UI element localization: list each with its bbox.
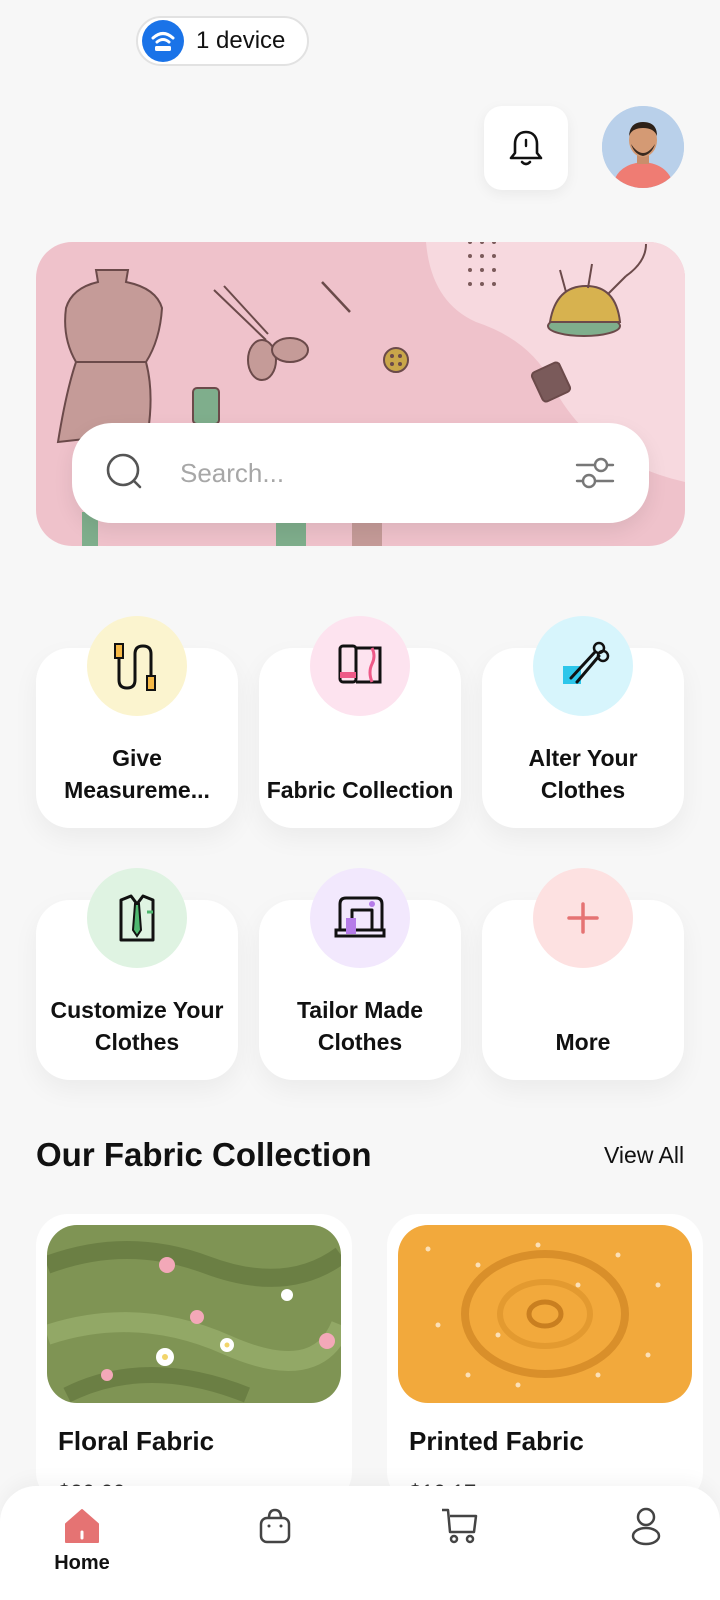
- product-name: Printed Fabric: [409, 1426, 584, 1456]
- nav-bag[interactable]: [215, 1506, 335, 1586]
- service-card-label: Customize Your Clothes: [50, 997, 224, 1055]
- service-card-label: Alter Your Clothes: [528, 745, 638, 803]
- search-icon: [106, 453, 142, 489]
- shirt-icon: [87, 868, 187, 968]
- bottom-navigation: Home: [0, 1486, 720, 1600]
- plus-icon: [533, 868, 633, 968]
- service-card-more[interactable]: More: [482, 868, 684, 1080]
- avatar[interactable]: [602, 106, 684, 188]
- service-card-measurement[interactable]: Give Measureme...: [36, 616, 238, 828]
- measuring-tape-icon: [87, 616, 187, 716]
- device-count-label: 1 device: [196, 27, 286, 54]
- product-name: Floral Fabric: [58, 1426, 215, 1456]
- notifications-button[interactable]: [484, 106, 568, 190]
- section-title: Our Fabric Collection: [36, 1136, 372, 1173]
- sewing-machine-icon: [310, 868, 410, 968]
- nav-profile[interactable]: [586, 1506, 706, 1586]
- product-card[interactable]: Printed Fabric $10.17: [387, 1214, 703, 1505]
- bell-icon: [509, 130, 543, 166]
- status-bar: 1 device: [0, 0, 720, 80]
- connected-devices-pill[interactable]: 1 device: [136, 16, 310, 66]
- service-card-label: Give Measureme...: [64, 745, 210, 803]
- service-card-tailor-made[interactable]: Tailor Made Clothes: [259, 868, 461, 1080]
- view-all-link[interactable]: View All: [604, 1142, 684, 1169]
- scissors-icon: [533, 616, 633, 716]
- service-card-customize[interactable]: Customize Your Clothes: [36, 868, 238, 1080]
- product-image-floral: [47, 1225, 341, 1403]
- cart-icon: [442, 1508, 478, 1544]
- service-card-label: More: [555, 1029, 611, 1055]
- service-card-alter[interactable]: Alter Your Clothes: [482, 616, 684, 828]
- service-card-fabric[interactable]: Fabric Collection: [259, 616, 461, 828]
- search-input[interactable]: [180, 457, 573, 489]
- wifi-icon: [142, 20, 184, 62]
- nav-home[interactable]: Home: [22, 1506, 142, 1586]
- search-bar[interactable]: [72, 423, 649, 523]
- service-card-label: Fabric Collection: [266, 777, 454, 803]
- product-card[interactable]: Floral Fabric $20.00: [36, 1214, 352, 1505]
- fabric-roll-icon: [310, 616, 410, 716]
- nav-label-home: Home: [54, 1552, 110, 1574]
- home-icon: [65, 1509, 99, 1543]
- service-card-label: Tailor Made Clothes: [296, 997, 424, 1055]
- filter-icon[interactable]: [573, 451, 617, 495]
- product-image-printed: [398, 1225, 692, 1403]
- profile-icon: [631, 1507, 661, 1546]
- bag-icon: [259, 1508, 291, 1544]
- nav-cart[interactable]: [400, 1506, 520, 1586]
